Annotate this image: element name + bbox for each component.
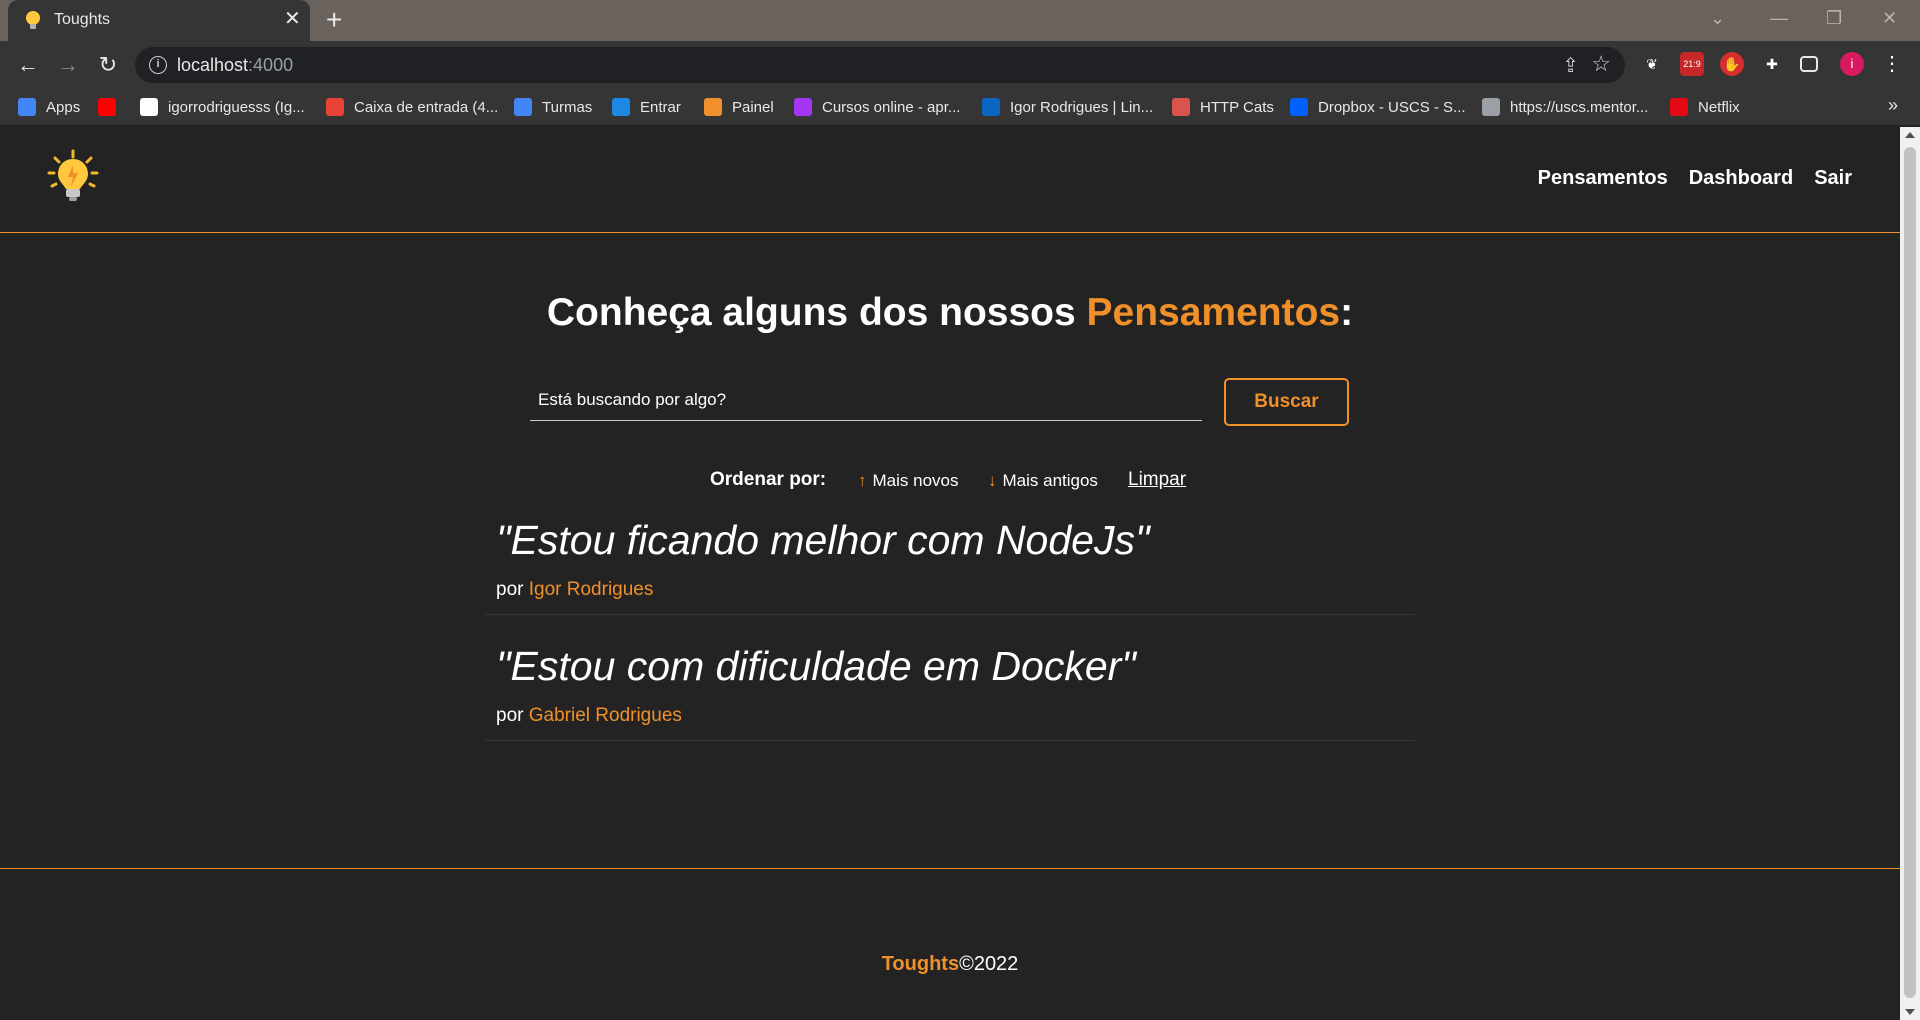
lightbulb-favicon-icon <box>22 8 44 32</box>
udemy-icon <box>794 98 812 116</box>
bookmark-item[interactable]: Cursos online - apr... <box>794 97 960 117</box>
forward-icon[interactable]: → <box>54 51 82 79</box>
bookmark-item[interactable] <box>98 97 126 117</box>
nav-link-sair[interactable]: Sair <box>1814 167 1852 190</box>
browser-toolbar: ← → ↻ i localhost:4000 ⇪ ☆ ❦ 21:9 ✋ ✚ i … <box>0 41 1920 88</box>
tab-close-icon[interactable]: ✕ <box>284 9 301 29</box>
tought-author: Gabriel Rodrigues <box>528 705 682 726</box>
browser-tab-active[interactable]: Toughts ✕ <box>8 0 310 41</box>
site-footer: Toughts©2022 <box>0 868 1900 1020</box>
scrollbar-thumb[interactable] <box>1904 147 1916 998</box>
back-icon[interactable]: ← <box>14 51 42 79</box>
bookmark-label: Apps <box>46 98 81 116</box>
extension-adblock-icon[interactable]: ✋ <box>1720 52 1744 76</box>
order-newest-link[interactable]: ↑ Mais novos <box>858 471 958 491</box>
arrow-down-icon: ↓ <box>988 471 997 490</box>
order-label: Ordenar por: <box>710 469 827 490</box>
browser-tabstrip: Toughts ✕ + ⌄ — ❐ ✕ <box>0 0 1920 41</box>
nav-link-pensamentos[interactable]: Pensamentos <box>1538 167 1668 190</box>
bookmark-label: https://uscs.mentor... <box>1510 98 1649 116</box>
scroll-up-icon[interactable] <box>1905 132 1915 138</box>
page-viewport: Pensamentos Dashboard Sair Conheça algun… <box>0 127 1900 1020</box>
extension-aspect-ratio-icon[interactable]: 21:9 <box>1680 52 1704 76</box>
tought-byline: por Igor Rodrigues <box>496 579 654 600</box>
bookmark-label: Entrar <box>640 98 681 116</box>
bookmark-item[interactable]: Turmas <box>514 97 592 117</box>
extension-vpn-icon[interactable]: ❦ <box>1640 52 1664 76</box>
http-cats-icon <box>1172 98 1190 116</box>
site-nav-links: Pensamentos Dashboard Sair <box>1538 167 1852 190</box>
github-icon <box>140 98 158 116</box>
search-input[interactable] <box>530 379 1202 421</box>
new-tab-button[interactable]: + <box>326 6 342 34</box>
bookmarks-bar: Apps igorrodriguesss (Ig... Caixa de entra… <box>0 88 1920 126</box>
order-oldest-link[interactable]: ↓ Mais antigos <box>988 471 1098 491</box>
bookmark-item[interactable]: Apps <box>18 97 80 117</box>
tab-search-icon[interactable]: ⌄ <box>1710 8 1725 29</box>
tought-author: Igor Rodrigues <box>528 579 654 600</box>
site-info-icon[interactable]: i <box>149 56 167 74</box>
bookmark-item[interactable]: Igor Rodrigues | Lin... <box>982 97 1153 117</box>
netflix-icon <box>1670 98 1688 116</box>
bookmark-item[interactable]: Caixa de entrada (4... <box>326 97 498 117</box>
bookmark-label: Igor Rodrigues | Lin... <box>1010 98 1154 116</box>
tought-card: "Estou ficando melhor com NodeJs" por Ig… <box>485 517 1415 615</box>
page-scrollbar[interactable] <box>1900 127 1920 1020</box>
search-button[interactable]: Buscar <box>1224 378 1349 426</box>
bookmark-item[interactable]: Entrar <box>612 97 681 117</box>
lightbulb-logo-icon[interactable] <box>46 149 100 205</box>
bookmark-label: Cursos online - apr... <box>822 98 961 116</box>
tought-card: "Estou com dificuldade em Docker" por Ga… <box>485 643 1415 741</box>
youtube-icon <box>98 98 116 116</box>
apps-grid-icon <box>18 98 36 116</box>
page-title: Conheça alguns dos nossos Pensamentos: <box>546 291 1354 334</box>
bookmark-item[interactable]: https://uscs.mentor... <box>1482 97 1648 117</box>
scroll-down-icon[interactable] <box>1905 1009 1915 1015</box>
url-text[interactable]: localhost:4000 <box>177 55 293 76</box>
minimize-icon[interactable]: — <box>1770 8 1788 29</box>
bookmark-label: HTTP Cats <box>1200 98 1274 116</box>
browser-menu-icon[interactable]: ⋮ <box>1880 52 1904 76</box>
uscs-icon <box>612 98 630 116</box>
bookmark-label: Painel <box>732 98 774 116</box>
bookmark-item[interactable]: Painel <box>704 97 774 117</box>
profile-avatar-icon[interactable]: i <box>1840 52 1864 76</box>
bookmark-label: Netflix <box>1698 98 1740 116</box>
side-panel-icon[interactable] <box>1800 56 1818 72</box>
nav-link-dashboard[interactable]: Dashboard <box>1689 167 1793 190</box>
bookmark-item[interactable]: HTTP Cats <box>1172 97 1274 117</box>
bookmark-label: Turmas <box>542 98 593 116</box>
order-clear-link[interactable]: Limpar <box>1128 469 1186 491</box>
reload-icon[interactable]: ↻ <box>94 51 122 79</box>
tab-title: Toughts <box>54 11 111 28</box>
bookmark-label: Dropbox - USCS - S... <box>1318 98 1466 116</box>
gmail-icon <box>326 98 344 116</box>
painel-icon <box>704 98 722 116</box>
order-controls: Ordenar por: ↑ Mais novos ↓ Mais antigos L… <box>0 467 1900 497</box>
site-navbar: Pensamentos Dashboard Sair <box>0 127 1900 233</box>
tought-quote: "Estou ficando melhor com NodeJs" <box>496 517 1150 563</box>
tought-byline: por Gabriel Rodrigues <box>496 705 682 726</box>
bookmark-star-icon[interactable]: ☆ <box>1591 51 1611 77</box>
bookmark-item[interactable]: Dropbox - USCS - S... <box>1290 97 1466 117</box>
dropbox-icon <box>1290 98 1308 116</box>
address-bar[interactable]: i localhost:4000 ⇪ ☆ <box>135 47 1625 83</box>
bookmark-label: igorrodriguesss (Ig... <box>168 98 305 116</box>
bookmark-item[interactable]: igorrodriguesss (Ig... <box>140 97 305 117</box>
google-icon <box>514 98 532 116</box>
globe-icon <box>1482 98 1500 116</box>
arrow-up-icon: ↑ <box>858 471 867 490</box>
tought-quote: "Estou com dificuldade em Docker" <box>496 643 1136 689</box>
restore-icon[interactable]: ❐ <box>1826 8 1842 29</box>
footer-copyright: Toughts©2022 <box>881 953 1019 975</box>
bookmarks-overflow-icon[interactable]: » <box>1888 95 1898 116</box>
bookmark-item[interactable]: Netflix <box>1670 97 1740 117</box>
linkedin-icon <box>982 98 1000 116</box>
share-icon[interactable]: ⇪ <box>1562 53 1579 78</box>
extensions-puzzle-icon[interactable]: ✚ <box>1760 52 1784 76</box>
window-close-icon[interactable]: ✕ <box>1882 8 1897 29</box>
bookmark-label: Caixa de entrada (4... <box>354 98 499 116</box>
